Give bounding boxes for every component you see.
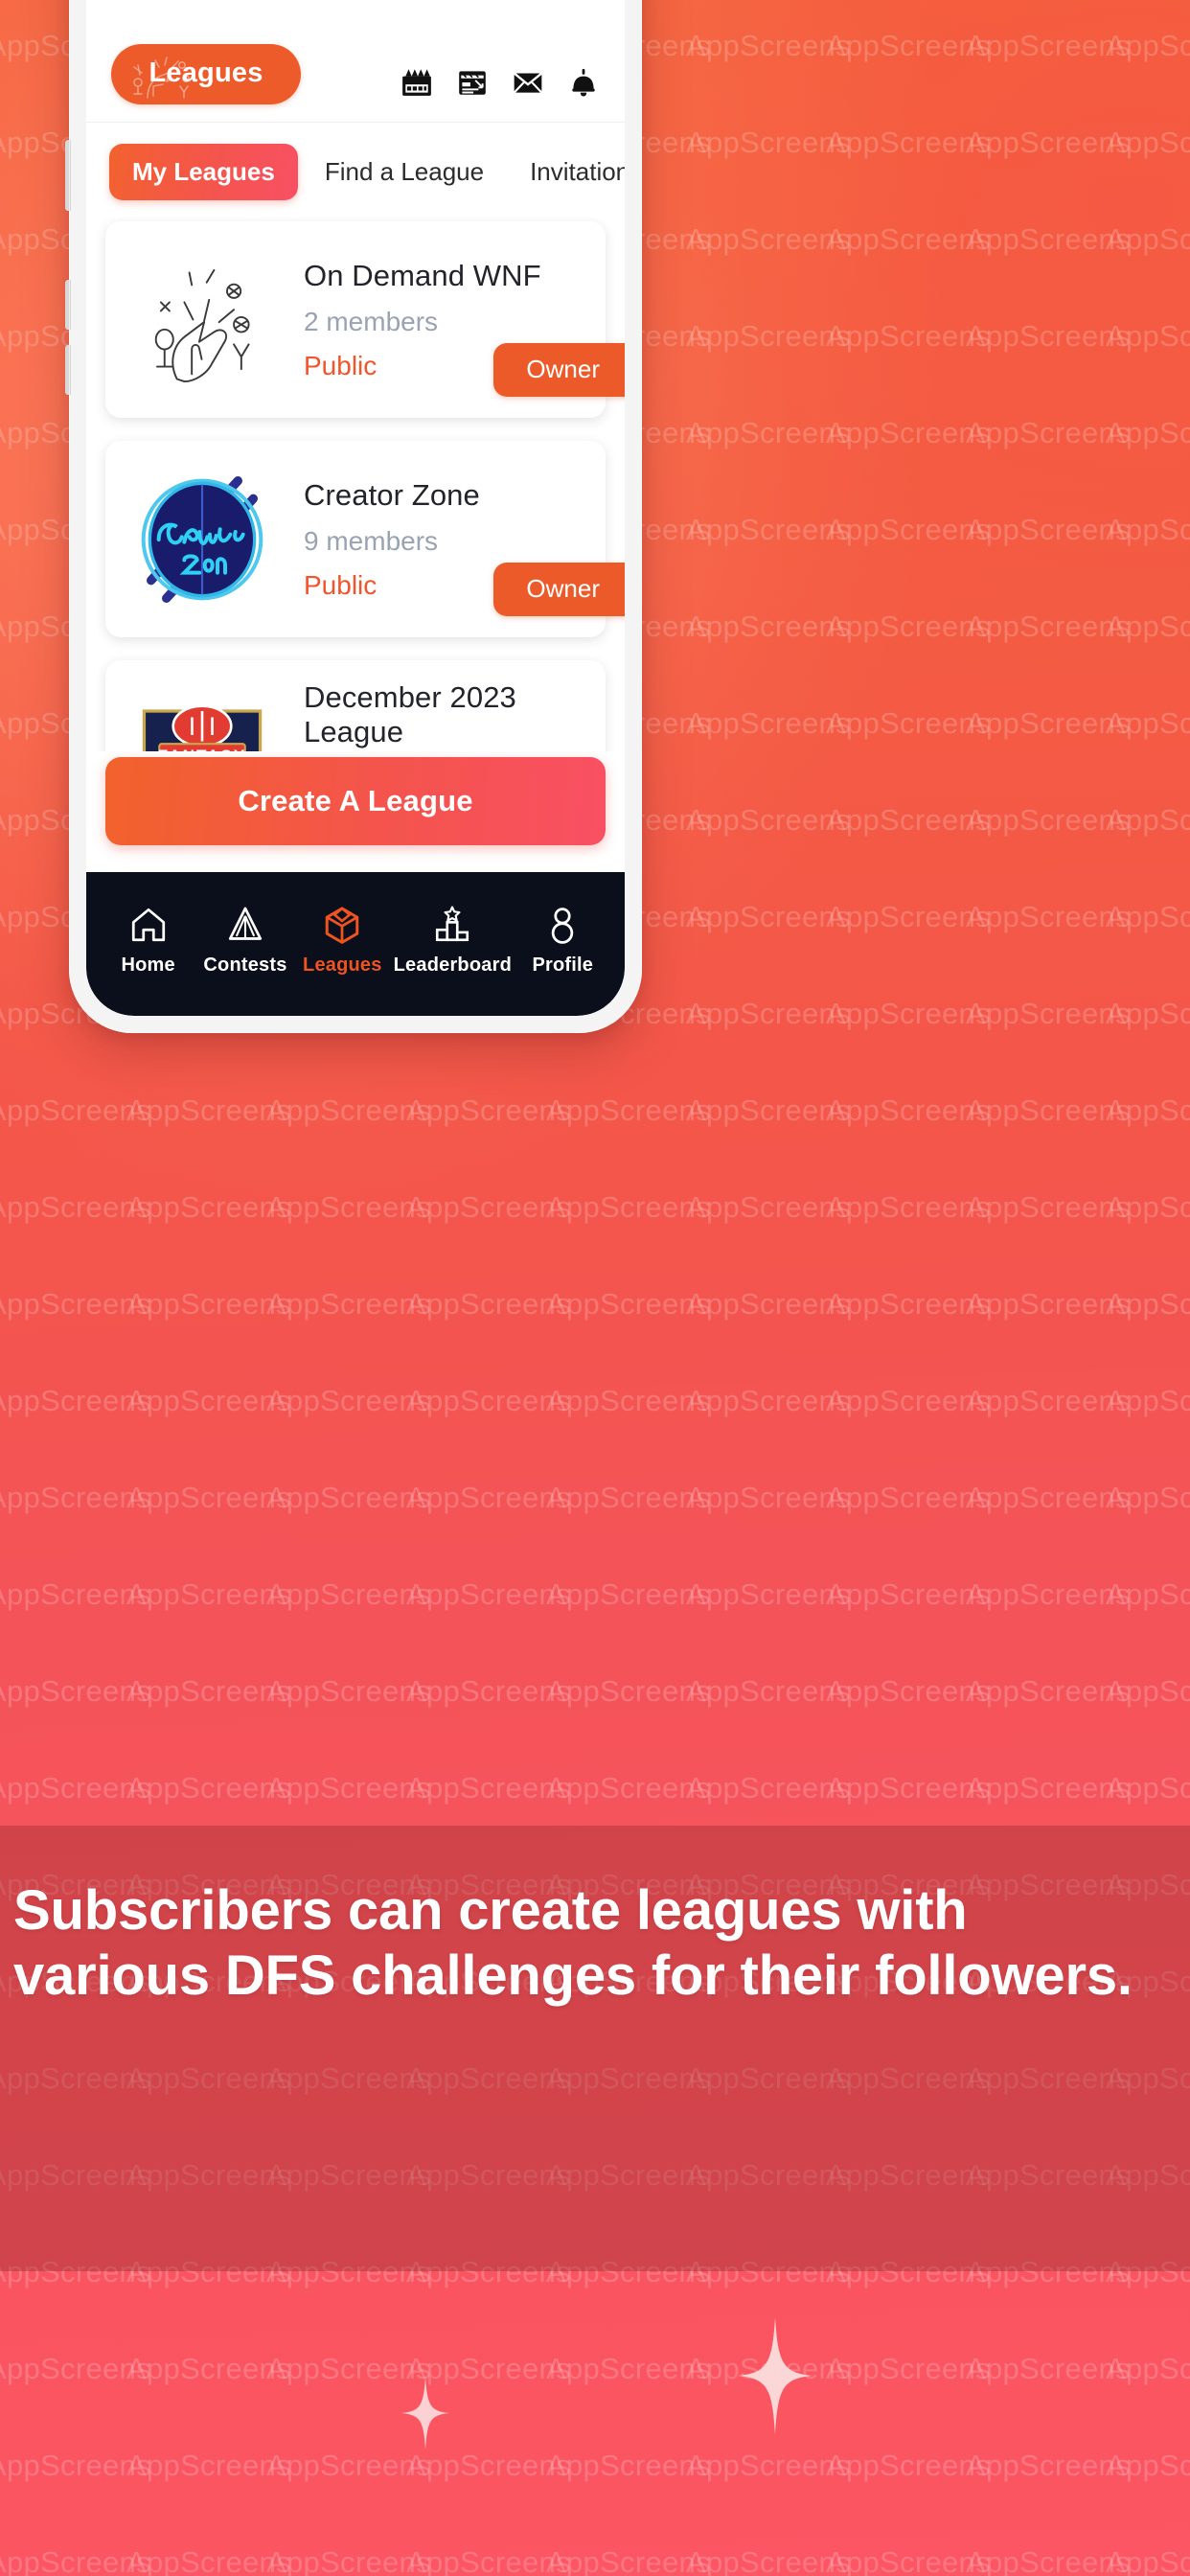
box-icon	[326, 906, 359, 944]
create-a-league-button[interactable]: Create A League	[105, 757, 606, 845]
league-info: December 2023 League 6 members Public	[281, 680, 606, 752]
mail-icon[interactable]	[512, 66, 544, 99]
nav-item-profile[interactable]: Profile	[516, 905, 608, 977]
bell-icon[interactable]	[567, 66, 600, 99]
snap-hand-sports-icon	[154, 268, 250, 383]
league-name: On Demand WNF	[304, 258, 541, 292]
bottom-navigation: Home Contests Leagues Leaderboard Profil…	[86, 872, 625, 1016]
league-list: On Demand WNF 2 members Public Owner Cre…	[86, 218, 625, 751]
nav-item-contests[interactable]: Contests	[199, 905, 291, 977]
league-tabs: My Leagues Find a League Invitations	[86, 123, 625, 218]
nav-label: Leaderboard	[393, 954, 512, 976]
creator-zone-logo-icon	[141, 475, 263, 603]
league-name: December 2023 League	[304, 679, 516, 748]
phone-mockup: Leagues My Leagues Find a League Invitat…	[65, 0, 642, 1033]
nav-item-home[interactable]: Home	[103, 905, 195, 977]
tab-invitations[interactable]: Invitations	[511, 144, 625, 200]
news-icon[interactable]	[400, 66, 433, 99]
owner-badge: Owner	[493, 563, 625, 616]
svg-text:FANTASY: FANTASY	[157, 747, 245, 751]
league-member-count: 2 members	[304, 306, 439, 336]
person-icon	[552, 907, 574, 944]
league-member-count: 9 members	[304, 525, 439, 556]
nav-label: Profile	[532, 954, 594, 976]
league-card[interactable]: FANTASY FOOTBALL December 2023 League 6 …	[105, 660, 606, 751]
podium-icon	[436, 906, 469, 941]
league-logo-december-2023: FANTASY FOOTBALL	[123, 679, 281, 751]
league-logo-on-demand-wnf	[123, 241, 281, 399]
phone-screen: Leagues My Leagues Find a League Invitat…	[86, 0, 625, 1016]
phone-side-button-silent	[65, 140, 71, 211]
header-icon-group	[400, 66, 600, 104]
nav-label: Contests	[203, 954, 287, 976]
league-card[interactable]: Creator Zone 9 members Public Owner	[105, 441, 625, 637]
league-card[interactable]: On Demand WNF 2 members Public Owner	[105, 221, 625, 418]
nav-item-leagues[interactable]: Leagues	[296, 905, 388, 977]
league-logo-creator-zone	[123, 460, 281, 618]
app-header: Leagues	[86, 0, 625, 123]
home-icon	[131, 908, 165, 941]
trophy-icon	[228, 907, 263, 940]
owner-badge: Owner	[493, 343, 625, 397]
nav-item-leaderboard[interactable]: Leaderboard	[394, 905, 512, 977]
caption-text: Subscribers can create leagues with vari…	[13, 1879, 1133, 2007]
page-title: Leagues	[149, 58, 263, 88]
tab-my-leagues[interactable]: My Leagues	[109, 144, 298, 200]
league-name: Creator Zone	[304, 477, 480, 512]
cta-container: Create A League	[86, 751, 625, 872]
video-icon[interactable]	[456, 66, 489, 99]
page-title-pill: Leagues	[111, 44, 301, 104]
phone-side-button-volume-up	[65, 280, 71, 330]
fantasy-football-crest-icon: FANTASY FOOTBALL	[142, 703, 262, 751]
phone-side-button-volume-down	[65, 345, 71, 395]
nav-label: Home	[121, 954, 175, 976]
tab-find-a-league[interactable]: Find a League	[306, 144, 503, 200]
nav-label: Leagues	[303, 954, 382, 976]
